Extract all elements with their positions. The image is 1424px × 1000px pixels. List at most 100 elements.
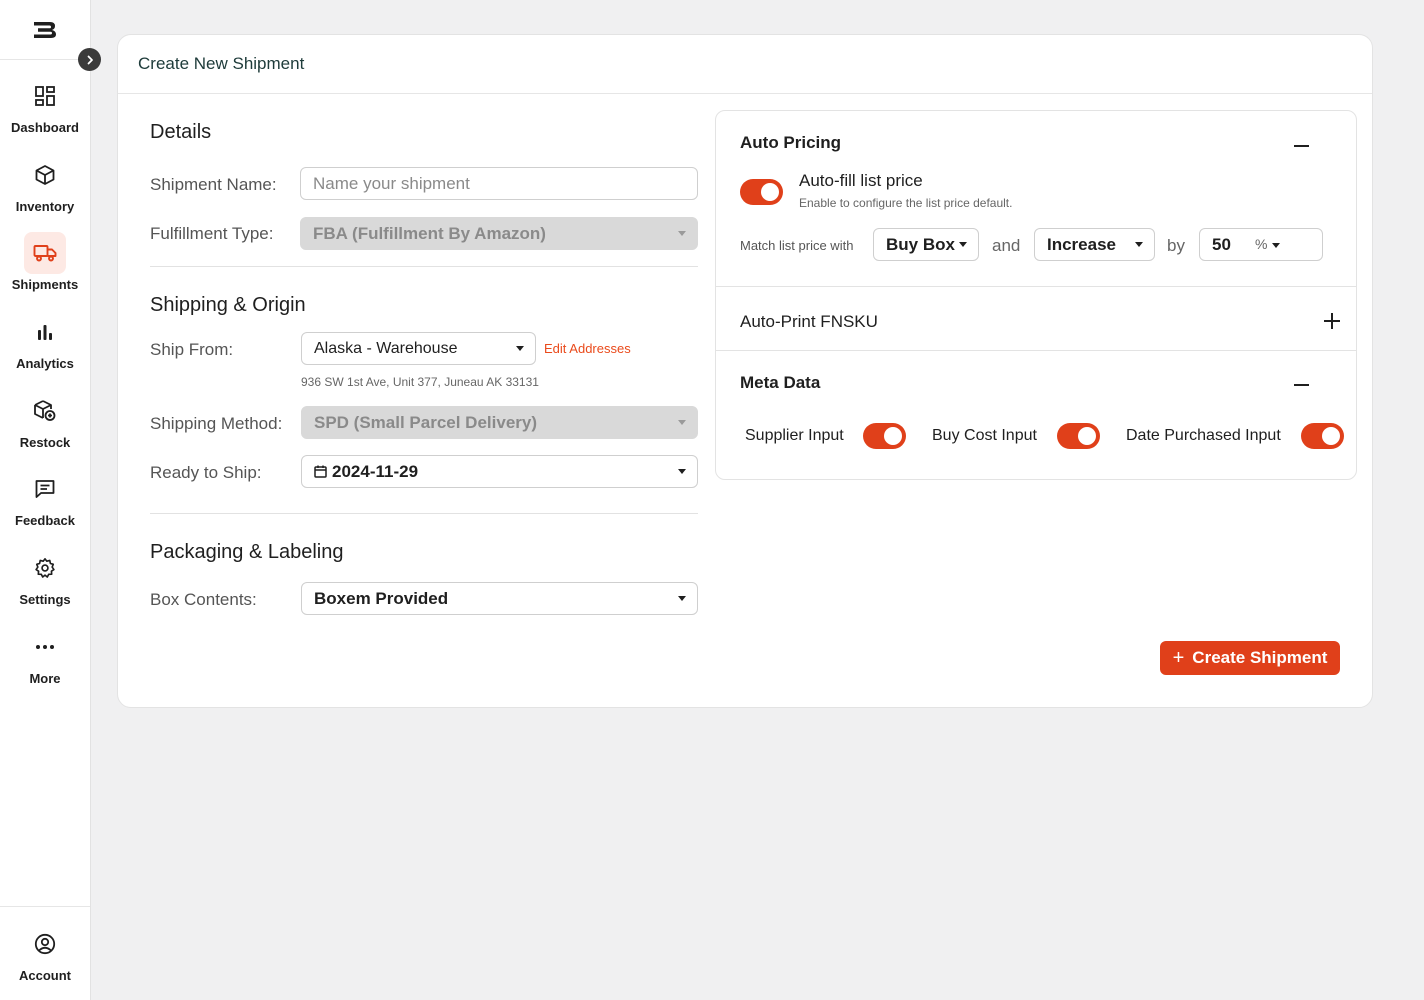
box-icon [24,154,66,196]
page-title: Create New Shipment [138,54,305,73]
sidebar-item-dashboard[interactable]: Dashboard [0,75,90,135]
bar-chart-icon [24,311,66,353]
date-purchased-input-label: Date Purchased Input [1126,427,1281,444]
dashboard-icon [24,75,66,117]
calendar-icon [314,465,327,478]
card-header: Create New Shipment [118,35,1372,94]
auto-pricing-title: Auto Pricing [740,133,842,152]
match-list-price-label: Match list price with [740,238,854,253]
packaging-labeling-title: Packaging & Labeling [150,541,344,563]
caret-down-icon [959,242,967,247]
create-shipment-button[interactable]: + Create Shipment [1160,641,1340,675]
box-contents-select[interactable]: Boxem Provided [301,582,698,615]
sidebar-item-label: Shipments [11,277,79,292]
sidebar-item-label: Restock [19,435,71,450]
ship-from-address: 936 SW 1st Ave, Unit 377, Juneau AK 3313… [301,375,539,389]
fulfillment-type-label: Fulfillment Type: [150,224,274,243]
sidebar-item-inventory[interactable]: Inventory [0,154,90,214]
meta-data-title: Meta Data [740,373,821,392]
sidebar-item-account[interactable]: Account [0,923,90,983]
price-amount-value: 50 [1212,235,1231,254]
details-title: Details [150,121,212,143]
buy-cost-input-label: Buy Cost Input [932,427,1037,444]
settings-panel: Auto Pricing Auto-fill list price Enable… [715,110,1357,480]
ready-to-ship-date-picker[interactable]: 2024-11-29 [301,455,698,488]
sidebar-item-label: Account [19,968,71,983]
auto-fill-title: Auto-fill list price [799,171,923,190]
shipping-method-select: SPD (Small Parcel Delivery) [301,406,698,439]
caret-down-icon [678,469,686,474]
caret-down-icon [516,346,524,351]
supplier-input-toggle[interactable] [863,423,906,449]
box-contents-value: Boxem Provided [314,588,449,608]
ship-from-value: Alaska - Warehouse [314,339,458,357]
fulfillment-type-value: FBA (Fulfillment By Amazon) [313,223,546,243]
ready-to-ship-label: Ready to Ship: [150,463,262,482]
shipment-name-input[interactable]: Name your shipment [300,167,698,200]
edit-addresses-link[interactable]: Edit Addresses [544,341,631,356]
collapse-meta-data-icon[interactable] [1294,384,1309,386]
more-icon [24,626,66,668]
sidebar-item-label: Settings [19,592,71,607]
gear-icon [24,547,66,589]
sidebar-item-label: More [29,671,61,686]
chevron-right-icon [87,55,93,64]
shipping-method-value: SPD (Small Parcel Delivery) [314,412,538,432]
price-unit-value[interactable]: % [1255,236,1267,252]
supplier-input-label: Supplier Input [745,427,844,444]
create-shipment-label: Create Shipment [1192,648,1328,667]
create-shipment-card: Create New Shipment Details Shipment Nam… [117,34,1373,708]
user-circle-icon [24,923,66,965]
sidebar-item-restock[interactable]: Restock [0,390,90,450]
caret-down-icon [678,231,686,236]
sidebar-item-feedback[interactable]: Feedback [0,468,90,528]
sidebar-item-label: Inventory [15,199,75,214]
price-amount-input[interactable]: 50 % [1199,228,1323,261]
divider [716,350,1356,351]
shipping-origin-title: Shipping & Origin [150,294,306,316]
plus-icon: + [1172,647,1185,669]
price-direction-select[interactable]: Increase [1034,228,1155,261]
logo[interactable] [0,0,90,60]
shipment-name-label: Shipment Name: [150,175,277,194]
sidebar-item-label: Analytics [16,356,74,371]
message-icon [24,468,66,510]
sidebar-collapse-button[interactable] [78,48,101,71]
ready-to-ship-value: 2024-11-29 [332,461,419,481]
match-source-value: Buy Box [886,234,955,254]
by-label: by [1167,236,1185,255]
auto-fill-list-price-toggle[interactable] [740,179,783,205]
caret-down-icon [1272,243,1280,248]
auto-print-fnsku-title: Auto-Print FNSKU [740,312,878,331]
divider [150,513,698,514]
shipping-method-label: Shipping Method: [150,414,283,433]
brand-logo-icon [34,21,56,38]
ship-from-label: Ship From: [150,340,234,359]
fulfillment-type-select: FBA (Fulfillment By Amazon) [300,217,698,250]
restock-icon [24,390,66,432]
sidebar-item-more[interactable]: More [0,626,90,686]
match-source-select[interactable]: Buy Box [873,228,979,261]
sidebar-item-label: Feedback [15,513,75,528]
sidebar-footer: Account [0,906,90,1000]
divider [150,266,698,267]
sidebar: Dashboard Inventory Shipments Analytics … [0,0,101,1000]
divider [716,286,1356,287]
sidebar-item-shipments[interactable]: Shipments [0,232,90,292]
sidebar-item-settings[interactable]: Settings [0,547,90,607]
truck-icon [24,232,66,274]
sidebar-item-analytics[interactable]: Analytics [0,311,90,371]
expand-auto-print-icon[interactable] [1324,313,1340,329]
sidebar-item-label: Dashboard [11,120,79,135]
buy-cost-input-toggle[interactable] [1057,423,1100,449]
caret-down-icon [678,420,686,425]
caret-down-icon [678,596,686,601]
auto-fill-description: Enable to configure the list price defau… [799,196,1013,210]
date-purchased-input-toggle[interactable] [1301,423,1344,449]
ship-from-select[interactable]: Alaska - Warehouse [301,332,536,365]
price-direction-value: Increase [1047,234,1116,254]
caret-down-icon [1135,242,1143,247]
collapse-auto-pricing-icon[interactable] [1294,145,1309,147]
and-label: and [992,236,1021,255]
box-contents-label: Box Contents: [150,590,257,609]
